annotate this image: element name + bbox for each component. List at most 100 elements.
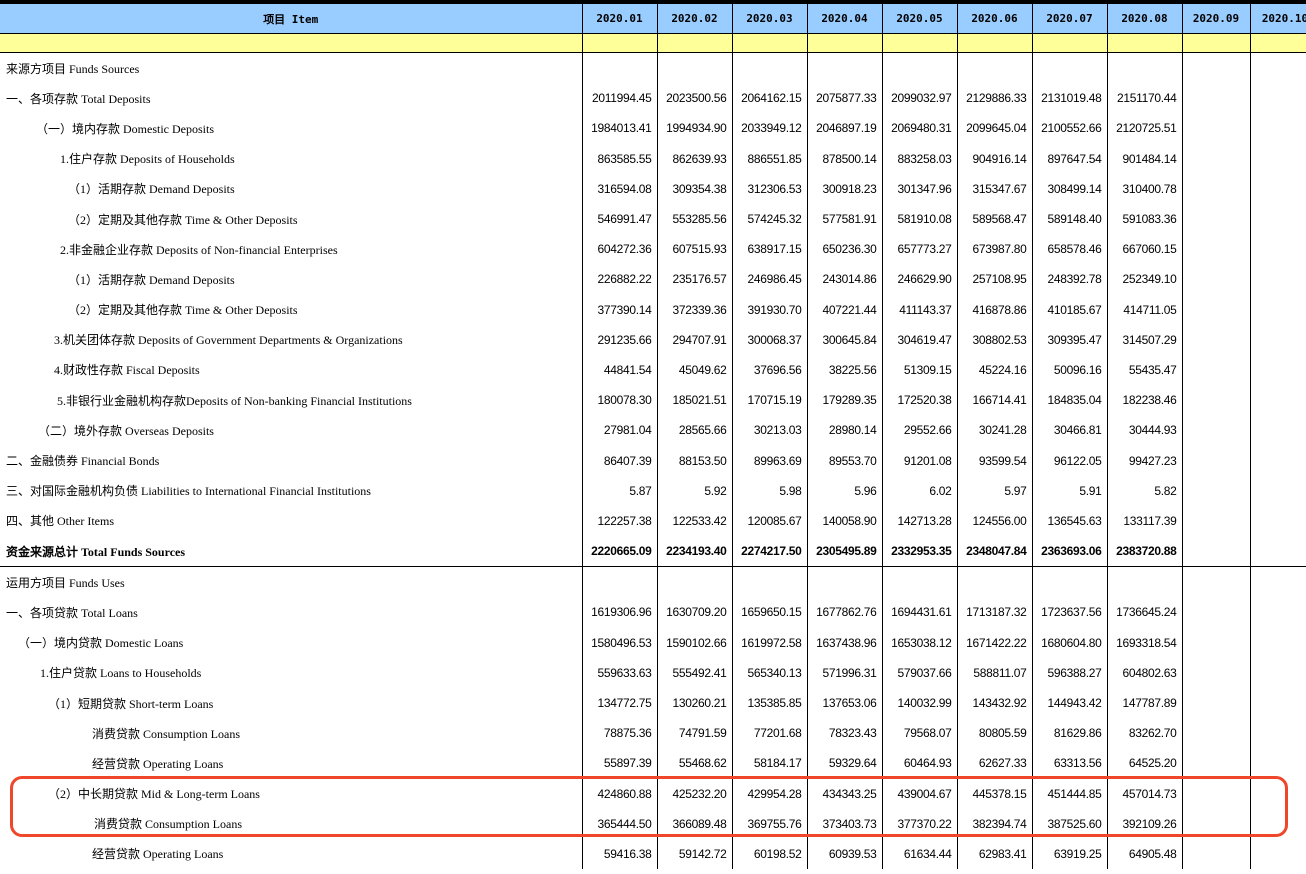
value-cell: 78875.36 [582,718,658,749]
subheader-cell [807,33,883,53]
value-cell [1032,52,1108,84]
subheader-cell [582,33,658,53]
value-cell [1250,778,1306,809]
value-cell: 673987.80 [957,234,1033,265]
value-cell: 226882.22 [582,264,658,295]
value-cell: 5.87 [582,475,658,506]
value-cell: 44841.54 [582,354,658,386]
table-row: 2.非金融企业存款 Deposits of Non-financial Ente… [0,234,1306,265]
subheader-cell [1032,33,1108,53]
value-cell [882,566,958,598]
value-cell: 2033949.12 [732,113,808,144]
value-cell: 1653038.12 [882,627,958,658]
value-cell: 63919.25 [1032,838,1108,870]
value-cell: 589568.47 [957,203,1033,235]
value-cell [1250,203,1306,235]
table-row: 消费贷款 Consumption Loans 365444.50 366089.48… [0,808,1306,839]
value-cell: 391930.70 [732,294,808,325]
row-label: 4.财政性存款 Fiscal Deposits [0,354,583,386]
row-label: 一、各项存款 Total Deposits [0,83,583,114]
value-cell [882,52,958,84]
value-cell [1182,113,1251,144]
value-cell: 434343.25 [807,778,883,809]
value-cell: 439004.67 [882,778,958,809]
value-cell [1250,354,1306,386]
value-cell: 581910.08 [882,203,958,235]
value-cell [1182,385,1251,416]
value-cell [957,566,1033,598]
value-cell: 314507.29 [1107,324,1183,355]
value-cell: 414711.05 [1107,294,1183,325]
value-cell [1182,536,1251,568]
subheader-cell [957,33,1033,53]
table-row: （一）境内存款 Domestic Deposits 1984013.41 19949… [0,113,1306,144]
value-cell: 883258.03 [882,143,958,174]
value-cell [1107,566,1183,598]
row-label: 3.机关团体存款 Deposits of Government Departme… [0,324,583,355]
value-cell: 410185.67 [1032,294,1108,325]
value-cell: 1659650.15 [732,597,808,628]
value-cell: 60939.53 [807,838,883,870]
value-cell [1250,627,1306,658]
value-cell: 142713.28 [882,505,958,536]
table-row: 一、各项贷款 Total Loans 1619306.96 1630709.20 16… [0,597,1306,628]
value-cell: 134772.75 [582,687,658,719]
value-cell: 55435.47 [1107,354,1183,386]
value-cell: 252349.10 [1107,264,1183,295]
value-cell: 411143.37 [882,294,958,325]
header-item: 项目 Item [0,4,583,34]
value-cell [1250,445,1306,476]
value-cell: 886551.85 [732,143,808,174]
value-cell: 291235.66 [582,324,658,355]
table-row: 四、其他 Other Items 122257.38 122533.42 120085… [0,505,1306,536]
row-label: 二、金融债券 Financial Bonds [0,445,583,476]
value-cell: 2075877.33 [807,83,883,114]
subheader-cell [1107,33,1183,53]
value-cell: 50096.16 [1032,354,1108,386]
header-month: 2020.07 [1032,4,1108,34]
value-cell [1182,354,1251,386]
table-row: 1.住户贷款 Loans to Households 559633.63 55549… [0,657,1306,688]
value-cell: 62983.41 [957,838,1033,870]
header-month: 2020.05 [882,4,958,34]
value-cell: 416878.86 [957,294,1033,325]
value-cell: 243014.86 [807,264,883,295]
value-cell [1182,687,1251,719]
value-cell: 1723637.56 [1032,597,1108,628]
value-cell: 89553.70 [807,445,883,476]
value-cell: 37696.56 [732,354,808,386]
value-cell: 553285.56 [657,203,733,235]
value-cell: 235176.57 [657,264,733,295]
value-cell: 2069480.31 [882,113,958,144]
value-cell: 591083.36 [1107,203,1183,235]
value-cell [657,52,733,84]
row-label: （1）活期存款 Demand Deposits [0,264,583,295]
value-cell: 136545.63 [1032,505,1108,536]
value-cell: 51309.15 [882,354,958,386]
value-cell: 387525.60 [1032,808,1108,839]
value-cell: 2234193.40 [657,536,733,568]
value-cell: 377390.14 [582,294,658,325]
row-label: 来源方项目 Funds Sources [0,52,583,84]
value-cell: 1580496.53 [582,627,658,658]
value-cell: 2348047.84 [957,536,1033,568]
table-row: （1）短期贷款 Short-term Loans 134772.75 130260.… [0,687,1306,719]
value-cell: 2383720.88 [1107,536,1183,568]
value-cell [1182,748,1251,779]
value-cell [1250,234,1306,265]
row-label: 四、其他 Other Items [0,505,583,536]
header-month: 2020.08 [1107,4,1183,34]
value-cell: 99427.23 [1107,445,1183,476]
value-cell: 81629.86 [1032,718,1108,749]
value-cell [1182,173,1251,204]
value-cell [1250,657,1306,688]
value-cell: 571996.31 [807,657,883,688]
value-cell [1250,505,1306,536]
value-cell: 5.92 [657,475,733,506]
value-cell: 2131019.48 [1032,83,1108,114]
value-cell: 312306.53 [732,173,808,204]
value-cell: 559633.63 [582,657,658,688]
row-label: 消费贷款 Consumption Loans [0,808,583,839]
value-cell: 2064162.15 [732,83,808,114]
value-cell: 88153.50 [657,445,733,476]
